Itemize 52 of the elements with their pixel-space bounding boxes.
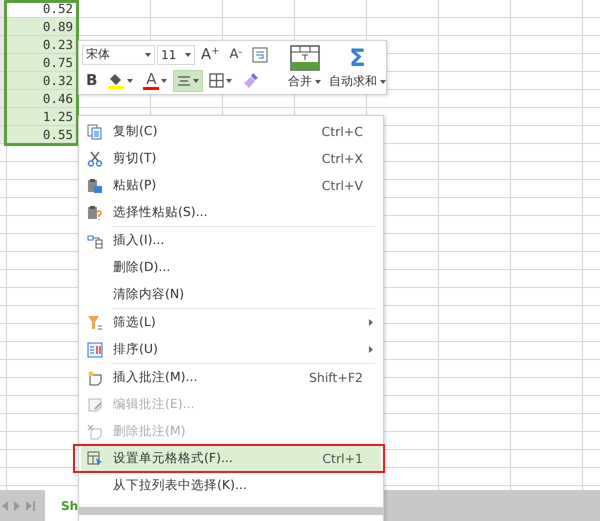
comment-icon bbox=[87, 370, 103, 386]
filter-icon bbox=[87, 314, 103, 330]
submenu-arrow-icon bbox=[369, 346, 373, 353]
menu-item[interactable]: 删除(D)... bbox=[81, 254, 381, 281]
sort-icon bbox=[87, 342, 103, 358]
brush-icon bbox=[242, 72, 260, 90]
grid-icon bbox=[209, 73, 224, 88]
align-center-button[interactable] bbox=[173, 70, 204, 92]
scissors-icon bbox=[87, 150, 103, 166]
caret-icon bbox=[315, 80, 321, 84]
menu-item[interactable]: 复制(C) Ctrl+C bbox=[81, 118, 381, 145]
table-cell: 0.75 bbox=[4, 54, 78, 72]
clipboard-icon bbox=[87, 178, 103, 194]
font-name-field[interactable]: 宋体 bbox=[82, 44, 156, 64]
menu-item[interactable]: 清除内容(N) bbox=[81, 281, 381, 308]
menu-item[interactable]: 筛选(L) bbox=[81, 309, 381, 336]
caret-icon bbox=[145, 52, 152, 56]
table-cell: 1.25 bbox=[4, 108, 78, 126]
menu-item[interactable]: 剪切(T) Ctrl+X bbox=[81, 145, 381, 172]
font-color-button[interactable]: A bbox=[139, 70, 172, 92]
format-cells-icon bbox=[87, 450, 103, 466]
caret-icon bbox=[193, 78, 200, 82]
menu-item[interactable]: 插入(I)... bbox=[81, 227, 381, 254]
clipboard-question-icon bbox=[87, 204, 103, 220]
caret-icon bbox=[380, 80, 386, 84]
merge-cells-icon bbox=[290, 45, 320, 71]
increase-font-button[interactable]: A+ bbox=[196, 44, 224, 66]
menu-item[interactable]: 插入批注(M)... Shift+F2 bbox=[81, 364, 381, 391]
submenu-arrow-icon bbox=[369, 319, 373, 326]
table-cell: 0.46 bbox=[4, 90, 78, 108]
table-cell: 0.89 bbox=[4, 18, 78, 36]
copy-icon bbox=[87, 124, 103, 140]
caret-icon bbox=[127, 78, 134, 82]
comment-edit-icon bbox=[87, 396, 103, 412]
font-size-field[interactable]: 11 bbox=[157, 44, 195, 64]
decrease-font-button[interactable]: A- bbox=[225, 44, 246, 66]
bold-button[interactable]: B bbox=[82, 70, 102, 92]
align-center-icon bbox=[177, 74, 192, 86]
table-cell: 0.32 bbox=[4, 72, 78, 90]
menu-item[interactable]: 粘贴(P) Ctrl+V bbox=[81, 172, 381, 199]
menu-item[interactable]: 选择性粘贴(S)... bbox=[81, 199, 381, 226]
caret-icon bbox=[161, 78, 168, 82]
caret-icon bbox=[226, 78, 232, 82]
paint-bucket-icon bbox=[107, 72, 126, 90]
insert-cells-icon bbox=[87, 232, 103, 248]
table-cell: 0.23 bbox=[4, 36, 78, 54]
wrap-text-icon bbox=[252, 46, 268, 62]
autosum-button[interactable]: Σ 自动求和 bbox=[325, 43, 390, 92]
menu-item[interactable]: 排序(U) bbox=[81, 336, 381, 363]
caret-icon bbox=[184, 52, 191, 56]
merge-button[interactable]: 合并 bbox=[284, 43, 325, 92]
comment-delete-icon bbox=[87, 424, 103, 440]
